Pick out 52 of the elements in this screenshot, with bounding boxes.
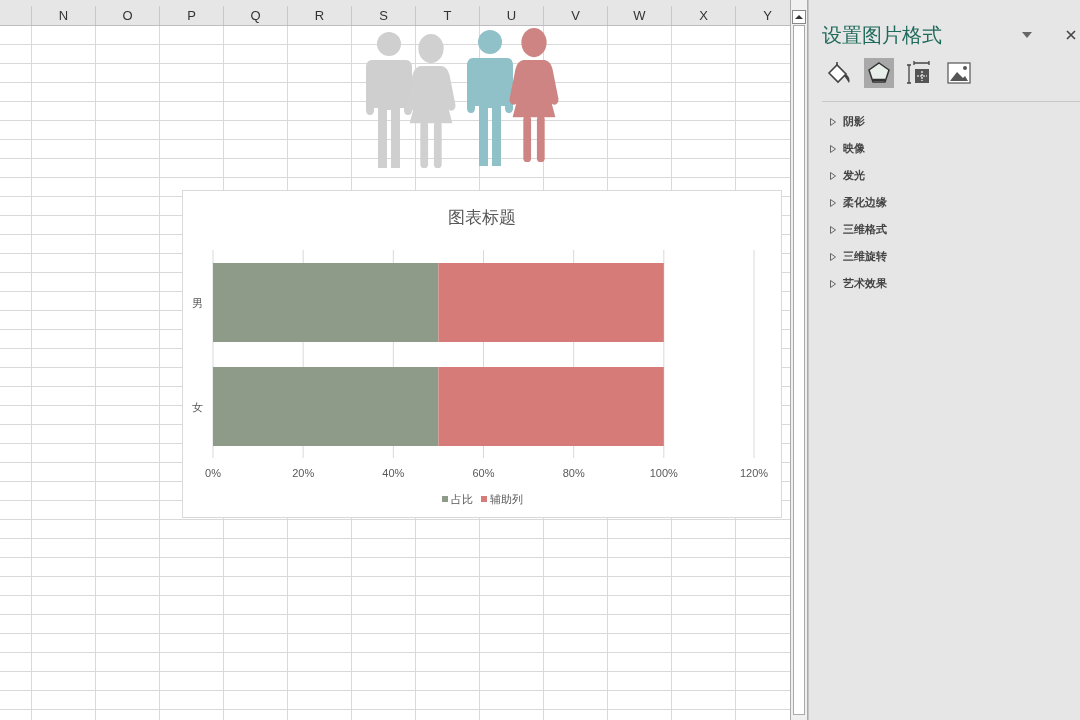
man-figure-icon (364, 30, 414, 170)
man-figure-icon (465, 28, 515, 168)
axis-tick-label: 80% (561, 466, 586, 481)
section-header[interactable]: 三维旋转 (822, 243, 1080, 270)
paint-bucket-icon (826, 61, 852, 85)
chart-area[interactable]: 图表标题 男 女 0% 20% 40% 60% 80% 100% 120% 占比 辅助列 (182, 190, 782, 518)
axis-tick-label: 100% (648, 466, 679, 481)
column-header[interactable]: S (352, 6, 416, 25)
axis-tick-label: 20% (291, 466, 316, 481)
axis-tick-label: 60% (471, 466, 496, 481)
chart-title: 图表标题 (447, 207, 517, 229)
column-header[interactable]: P (160, 6, 224, 25)
section-header[interactable]: 艺术效果 (822, 270, 1080, 297)
collapsed-arrow-icon (830, 171, 836, 180)
column-header[interactable]: W (608, 6, 672, 25)
pentagon-icon (867, 61, 891, 85)
collapsed-arrow-icon (830, 225, 836, 234)
section-header[interactable]: 阴影 (822, 108, 1080, 135)
section-header[interactable]: 三维格式 (822, 216, 1080, 243)
picture-icon (947, 61, 971, 85)
size-position-icon (907, 61, 931, 85)
section-header[interactable]: 映像 (822, 135, 1080, 162)
collapsed-arrow-icon (830, 144, 836, 153)
legend-label: 辅助列 (489, 492, 523, 507)
section-header[interactable]: 柔化边缘 (822, 189, 1080, 216)
collapsed-arrow-icon (830, 198, 836, 207)
collapsed-arrow-icon (830, 117, 836, 126)
format-tab[interactable] (864, 58, 894, 88)
section-header[interactable]: 发光 (822, 162, 1080, 189)
panel-title: 设置图片格式 (822, 23, 943, 48)
axis-tick-label: 40% (381, 466, 406, 481)
column-header[interactable]: T (416, 6, 480, 25)
column-header[interactable]: O (96, 6, 160, 25)
axis-tick-label: 120% (738, 466, 770, 481)
column-header[interactable]: U (480, 6, 544, 25)
column-header[interactable]: N (32, 6, 96, 25)
legend-label: 占比 (450, 492, 473, 507)
dropdown-caret-icon[interactable] (1022, 32, 1032, 38)
category-label: 女 (192, 400, 203, 415)
woman-figure-icon (509, 28, 559, 164)
category-label: 男 (192, 296, 203, 311)
column-header[interactable]: V (544, 6, 608, 25)
column-header[interactable]: Q (224, 6, 288, 25)
column-header[interactable]: X (672, 6, 736, 25)
woman-figure-icon (406, 34, 456, 170)
collapsed-arrow-icon (830, 279, 836, 288)
vertical-scrollbar[interactable] (790, 0, 808, 720)
collapsed-arrow-icon (830, 252, 836, 261)
close-icon[interactable] (1066, 30, 1076, 40)
column-header[interactable]: R (288, 6, 352, 25)
scroll-thumb[interactable] (793, 25, 805, 715)
axis-tick-label: 0% (204, 466, 222, 481)
